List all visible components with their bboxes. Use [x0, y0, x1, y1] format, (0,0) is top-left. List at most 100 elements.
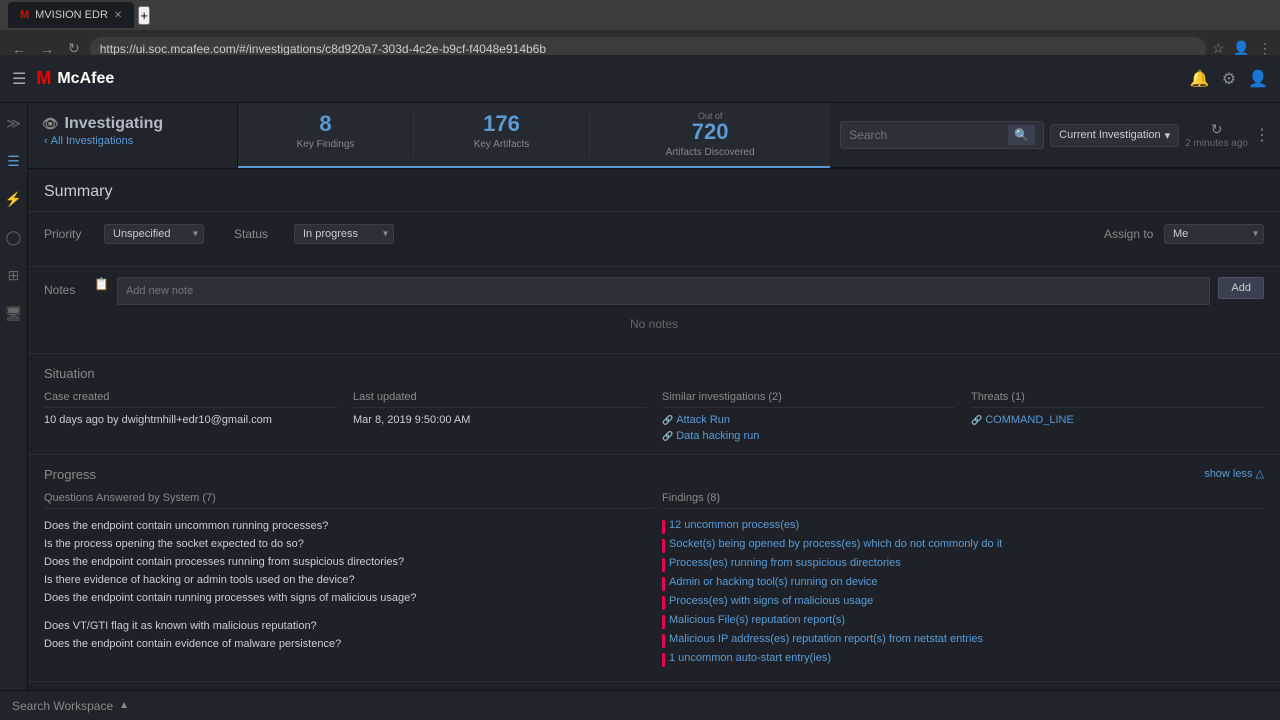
priority-select[interactable]: Unspecified [104, 224, 204, 244]
search-filter-bar: 🔍 Current Investigation ▾ ↻ 2 minutes ag… [830, 103, 1280, 168]
investigating-title: Investigating [65, 115, 164, 133]
priority-label: Priority [44, 227, 94, 241]
notes-label: Notes [44, 277, 84, 297]
findings-header: Findings (8) [662, 492, 1264, 509]
case-created-header: Case created [44, 391, 337, 408]
similar-investigations-header: Similar investigations (2) [662, 391, 955, 408]
key-findings-label: Key Findings [244, 139, 407, 150]
finding-bar-8 [662, 653, 665, 667]
bell-icon[interactable]: 🔔 [1190, 69, 1210, 89]
search-input[interactable] [849, 128, 1004, 142]
add-note-button[interactable]: Add [1218, 277, 1264, 299]
last-updated-value: Mar 8, 2019 9:50:00 AM [353, 414, 646, 426]
ext-link-icon2: 🔗 [662, 431, 673, 442]
question-6: Does VT/GTI flag it as known with malici… [44, 617, 654, 635]
assign-to-select[interactable]: Me [1164, 224, 1264, 244]
finding-3: Process(es) running from suspicious dire… [662, 555, 1264, 574]
search-button[interactable]: 🔍 [1008, 125, 1035, 145]
notes-section: Notes 📋 Add No notes [28, 267, 1280, 354]
summary-form: Priority Unspecified Status [28, 212, 1280, 267]
refresh-area[interactable]: ↻ 2 minutes ago [1185, 121, 1248, 149]
finding-bar-7 [662, 634, 665, 648]
question-5: Does the endpoint contain running proces… [44, 589, 654, 607]
tab-close-button[interactable]: ✕ [114, 10, 122, 21]
hamburger-icon[interactable]: ☰ [12, 69, 26, 89]
mcafee-logo-text: McAfee [57, 70, 114, 88]
artifacts-label: Artifacts Discovered [596, 147, 824, 158]
summary-title: Summary [44, 183, 112, 200]
investigation-filter-dropdown[interactable]: Current Investigation ▾ [1050, 124, 1179, 147]
finding-bar-2 [662, 539, 665, 553]
all-investigations-link[interactable]: ‹ All Investigations [42, 135, 223, 147]
top-bar: ☰ M McAfee 🔔 ⚙ 👤 [0, 55, 1280, 103]
ext-link-icon: 🔗 [662, 415, 673, 426]
artifacts-discovered-stat[interactable]: Out of 720 Artifacts Discovered [590, 103, 830, 168]
sidebar: ≫ ☰ ⚡ ◯ ⊞ 🖥 [0, 103, 28, 690]
finding-1: 12 uncommon process(es) [662, 517, 1264, 536]
key-artifacts-stat[interactable]: 176 Key Artifacts [414, 103, 589, 168]
entities-section: Entities show all △ Investigated Entitie… [28, 682, 1280, 690]
status-select[interactable]: In progress [294, 224, 394, 244]
last-updated-header: Last updated [353, 391, 646, 408]
tab-favicon: M [20, 9, 29, 21]
bottom-bar: Search Workspace ▲ [0, 690, 1280, 720]
finding-4: Admin or hacking tool(s) running on devi… [662, 574, 1264, 593]
settings-icon[interactable]: ⚙ [1222, 69, 1236, 89]
no-notes-text: No notes [44, 305, 1264, 343]
new-tab-button[interactable]: + [138, 6, 150, 25]
summary-section-header: Summary [28, 169, 1280, 212]
finding-5: Process(es) with signs of malicious usag… [662, 593, 1264, 612]
command-line-link[interactable]: 🔗 COMMAND_LINE [971, 414, 1264, 426]
sidebar-graph-icon[interactable]: ⚡ [2, 187, 26, 211]
situation-section: Situation Case created 10 days ago by dw… [28, 354, 1280, 455]
notes-input[interactable] [117, 277, 1210, 305]
more-options-button[interactable]: ⋮ [1254, 125, 1270, 145]
browser-tab[interactable]: M MVISION EDR ✕ [8, 2, 134, 28]
show-less-button[interactable]: show less △ [1204, 467, 1264, 482]
content-area: Summary Priority Unspecified [28, 169, 1280, 690]
sidebar-grid-icon[interactable]: ⊞ [2, 263, 26, 287]
sidebar-list-icon[interactable]: ☰ [2, 149, 26, 173]
mcafee-logo-icon: M [36, 68, 51, 89]
question-4: Is there evidence of hacking or admin to… [44, 571, 654, 589]
finding-6: Malicious File(s) reputation report(s) [662, 612, 1264, 631]
progress-section: Progress show less △ Questions Answered … [28, 455, 1280, 682]
chevron-up-icon: ▲ [119, 700, 129, 711]
finding-2: Socket(s) being opened by process(es) wh… [662, 536, 1264, 555]
user-icon[interactable]: 👤 [1248, 69, 1268, 89]
key-findings-count: 8 [244, 111, 407, 137]
finding-bar-5 [662, 596, 665, 610]
question-2: Is the process opening the socket expect… [44, 535, 654, 553]
ext-link-icon3: 🔗 [971, 415, 982, 426]
data-hacking-run-link[interactable]: 🔗 Data hacking run [662, 430, 955, 442]
key-artifacts-label: Key Artifacts [420, 139, 583, 150]
status-label: Status [234, 227, 284, 241]
finding-bar-4 [662, 577, 665, 591]
key-findings-stat[interactable]: 8 Key Findings [238, 103, 413, 168]
refresh-icon: ↻ [1211, 121, 1223, 138]
finding-bar-3 [662, 558, 665, 572]
chevron-left-icon: ‹ [44, 135, 48, 147]
case-created-value: 10 days ago by dwightmhill+edr10@gmail.c… [44, 414, 337, 426]
note-icon: 📋 [94, 277, 109, 291]
dropdown-chevron-icon: ▾ [1165, 129, 1171, 142]
refresh-time: 2 minutes ago [1185, 138, 1248, 149]
attack-run-link[interactable]: 🔗 Attack Run [662, 414, 955, 426]
sidebar-circle-icon[interactable]: ◯ [2, 225, 26, 249]
sidebar-expand-icon[interactable]: ≫ [2, 111, 26, 135]
question-1: Does the endpoint contain uncommon runni… [44, 517, 654, 535]
artifacts-count: 720 [596, 119, 824, 145]
sidebar-monitor-icon[interactable]: 🖥 [2, 301, 26, 325]
search-workspace-label: Search Workspace [12, 699, 113, 713]
eye-icon: 👁 [42, 116, 59, 132]
finding-7: Malicious IP address(es) reputation repo… [662, 631, 1264, 650]
situation-title: Situation [44, 366, 1264, 381]
search-workspace-button[interactable]: Search Workspace ▲ [12, 699, 129, 713]
assign-to-label: Assign to [1104, 227, 1154, 241]
question-3: Does the endpoint contain processes runn… [44, 553, 654, 571]
tab-title: MVISION EDR [35, 9, 108, 21]
search-box: 🔍 [840, 121, 1044, 149]
mcafee-logo: M McAfee [36, 68, 114, 89]
question-gap [44, 607, 654, 617]
finding-bar-6 [662, 615, 665, 629]
